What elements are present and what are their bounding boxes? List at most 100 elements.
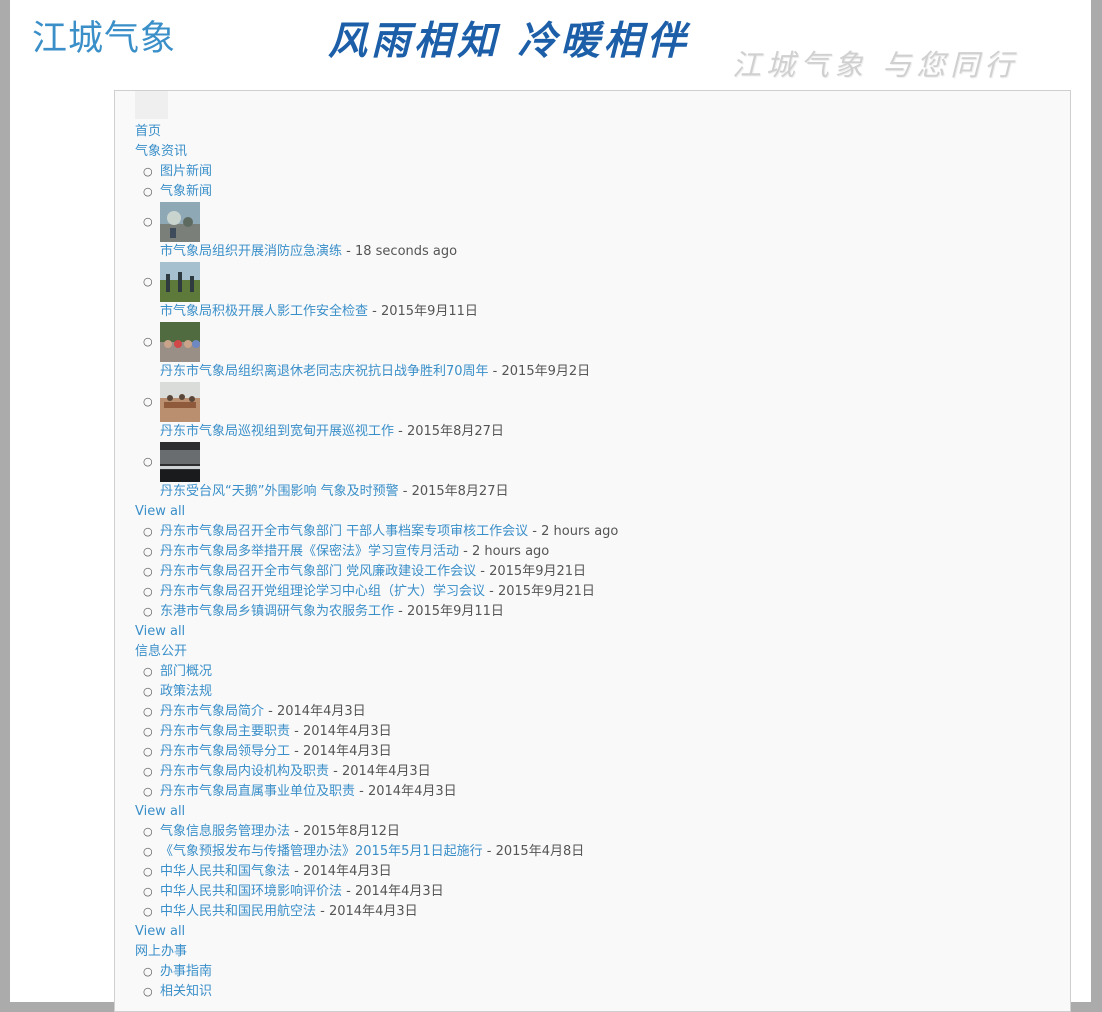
news-list-item: 丹东市气象局多举措开展《保密法》学习宣传月活动 - 2 hours ago [143, 542, 1055, 562]
law-date: 2015年8月12日 [302, 824, 400, 839]
news-thumbnail[interactable] [160, 262, 200, 302]
news-date: 2015年8月27日 [411, 484, 509, 499]
news-date: 2015年9月21日 [489, 564, 587, 579]
news-list-item: 丹东市气象局召开全市气象部门 党风廉政建设工作会议 - 2015年9月21日 [143, 562, 1055, 582]
news-date: 18 seconds ago [354, 244, 458, 259]
law-list: 气象信息服务管理办法 - 2015年8月12日 《气象预报发布与传播管理办法》2… [135, 822, 1055, 922]
info-title-link[interactable]: 丹东市气象局简介 [160, 704, 264, 719]
news-title-link[interactable]: 东港市气象局乡镇调研气象为农服务工作 [160, 604, 394, 619]
news-title-link[interactable]: 市气象局组织开展消防应急演练 [160, 244, 342, 259]
site-name-link[interactable]: 江城气象 [32, 10, 176, 61]
home-link[interactable]: 首页 [135, 124, 161, 139]
info-list-item: 丹东市气象局内设机构及职责 - 2014年4月3日 [143, 762, 1055, 782]
dept-overview-link[interactable]: 部门概况 [160, 664, 212, 679]
main-content: 首页 气象资讯 图片新闻 气象新闻 市气象局组织开展消防应急演练 - 18 se… [114, 90, 1071, 1012]
submenu-item-law: 政策法规 [143, 682, 1055, 702]
news-date: 2015年9月11日 [406, 604, 504, 619]
law-title-link[interactable]: 中华人民共和国环境影响评价法 [160, 884, 342, 899]
info-submenu: 部门概况 政策法规 丹东市气象局简介 - 2014年4月3日 丹东市气象局主要职… [135, 662, 1055, 802]
law-title-link[interactable]: 气象信息服务管理办法 [160, 824, 290, 839]
page: 江城气象 风雨相知 冷暖相伴 江城气象 与您同行 首页 气象资讯 图片新闻 气象… [10, 0, 1091, 1012]
law-list-item: 气象信息服务管理办法 - 2015年8月12日 [143, 822, 1055, 842]
news-title-link[interactable]: 丹东市气象局召开党组理论学习中心组（扩大）学习会议 [160, 584, 485, 599]
menu-item-online: 网上办事 办事指南 相关知识 [135, 942, 1055, 1002]
view-all-link[interactable]: View all [135, 924, 185, 939]
law-list-item: 《气象预报发布与传播管理办法》2015年5月1日起施行 - 2015年4月8日 [143, 842, 1055, 862]
photo-news-item: 丹东市气象局巡视组到宽甸开展巡视工作 - 2015年8月27日 [143, 382, 1055, 442]
news-submenu: 图片新闻 气象新闻 市气象局组织开展消防应急演练 - 18 seconds ag… [135, 162, 1055, 502]
service-guide-link[interactable]: 办事指南 [160, 964, 212, 979]
main-menu: 首页 气象资讯 图片新闻 气象新闻 市气象局组织开展消防应急演练 - 18 se… [135, 122, 1055, 1002]
news-date: 2015年8月27日 [406, 424, 504, 439]
news-list-item: 东港市气象局乡镇调研气象为农服务工作 - 2015年9月11日 [143, 602, 1055, 622]
photo-news-item: 丹东市气象局组织离退休老同志庆祝抗日战争胜利70周年 - 2015年9月2日 [143, 322, 1055, 382]
info-date: 2014年4月3日 [341, 764, 431, 779]
news-title-link[interactable]: 市气象局积极开展人影工作安全检查 [160, 304, 368, 319]
news-thumbnail[interactable] [160, 202, 200, 242]
photo-news-link[interactable]: 图片新闻 [160, 164, 212, 179]
online-service-link[interactable]: 网上办事 [135, 944, 187, 959]
news-date: 2015年9月2日 [501, 364, 591, 379]
law-title-link[interactable]: 中华人民共和国民用航空法 [160, 904, 316, 919]
info-title-link[interactable]: 丹东市气象局内设机构及职责 [160, 764, 329, 779]
law-date: 2014年4月3日 [354, 884, 444, 899]
news-list-item: 丹东市气象局召开党组理论学习中心组（扩大）学习会议 - 2015年9月21日 [143, 582, 1055, 602]
submenu-item-knowledge: 相关知识 [143, 982, 1055, 1002]
news-thumbnail[interactable] [160, 322, 200, 362]
photo-news-item: 市气象局组织开展消防应急演练 - 18 seconds ago [143, 202, 1055, 262]
info-list-item: 丹东市气象局简介 - 2014年4月3日 [143, 702, 1055, 722]
view-all-link[interactable]: View all [135, 624, 185, 639]
news-title-link[interactable]: 丹东市气象局召开全市气象部门 党风廉政建设工作会议 [160, 564, 476, 579]
news-date: 2015年9月21日 [497, 584, 595, 599]
menu-item-news: 气象资讯 图片新闻 气象新闻 市气象局组织开展消防应急演练 - 18 secon… [135, 142, 1055, 642]
law-title-link[interactable]: 《气象预报发布与传播管理办法》2015年5月1日起施行 [160, 844, 483, 859]
news-date: 2015年9月11日 [380, 304, 478, 319]
law-list-item: 中华人民共和国气象法 - 2014年4月3日 [143, 862, 1055, 882]
news-thumbnail[interactable] [160, 382, 200, 422]
news-title-link[interactable]: 丹东受台风“天鹅”外围影响 气象及时预警 [160, 484, 399, 499]
news-thumbnail[interactable] [160, 442, 200, 482]
law-title-link[interactable]: 中华人民共和国气象法 [160, 864, 290, 879]
law-list-item: 中华人民共和国民用航空法 - 2014年4月3日 [143, 902, 1055, 922]
news-list: 丹东市气象局召开全市气象部门 干部人事档案专项审核工作会议 - 2 hours … [135, 522, 1055, 622]
online-submenu: 办事指南 相关知识 [135, 962, 1055, 1002]
law-date: 2015年4月8日 [495, 844, 585, 859]
law-date: 2014年4月3日 [328, 904, 418, 919]
view-all-link[interactable]: View all [135, 504, 185, 519]
news-date: 2 hours ago [471, 544, 550, 559]
info-date: 2014年4月3日 [302, 724, 392, 739]
info-list-item: 丹东市气象局领导分工 - 2014年4月3日 [143, 742, 1055, 762]
view-all-link[interactable]: View all [135, 804, 185, 819]
news-list-item: 丹东市气象局召开全市气象部门 干部人事档案专项审核工作会议 - 2 hours … [143, 522, 1055, 542]
info-link[interactable]: 信息公开 [135, 644, 187, 659]
info-date: 2014年4月3日 [302, 744, 392, 759]
submenu-item-photo-news: 图片新闻 [143, 162, 1055, 182]
law-list-item: 中华人民共和国环境影响评价法 - 2014年4月3日 [143, 882, 1055, 902]
knowledge-link[interactable]: 相关知识 [160, 984, 212, 999]
nav-tab-placeholder [135, 91, 168, 119]
menu-item-home: 首页 [135, 122, 1055, 142]
news-title-link[interactable]: 丹东市气象局召开全市气象部门 干部人事档案专项审核工作会议 [160, 524, 528, 539]
law-date: 2014年4月3日 [302, 864, 392, 879]
info-date: 2014年4月3日 [276, 704, 366, 719]
news-title-link[interactable]: 丹东市气象局多举措开展《保密法》学习宣传月活动 [160, 544, 459, 559]
info-title-link[interactable]: 丹东市气象局主要职责 [160, 724, 290, 739]
slogan-main: 风雨相知 冷暖相伴 [328, 18, 690, 64]
policy-law-link[interactable]: 政策法规 [160, 684, 212, 699]
submenu-item-weather-news: 气象新闻 [143, 182, 1055, 202]
news-link[interactable]: 气象资讯 [135, 144, 187, 159]
submenu-item-dept: 部门概况 [143, 662, 1055, 682]
photo-news-item: 市气象局积极开展人影工作安全检查 - 2015年9月11日 [143, 262, 1055, 322]
news-date: 2 hours ago [541, 524, 619, 539]
weather-news-link[interactable]: 气象新闻 [160, 184, 212, 199]
slogan-sub: 江城气象 与您同行 [732, 48, 1019, 82]
info-title-link[interactable]: 丹东市气象局领导分工 [160, 744, 290, 759]
news-title-link[interactable]: 丹东市气象局组织离退休老同志庆祝抗日战争胜利70周年 [160, 364, 489, 379]
menu-item-info: 信息公开 部门概况 政策法规 丹东市气象局简介 - 2014年4月3日 丹东市气… [135, 642, 1055, 942]
info-list-item: 丹东市气象局主要职责 - 2014年4月3日 [143, 722, 1055, 742]
news-title-link[interactable]: 丹东市气象局巡视组到宽甸开展巡视工作 [160, 424, 394, 439]
info-list-item: 丹东市气象局直属事业单位及职责 - 2014年4月3日 [143, 782, 1055, 802]
photo-news-item: 丹东受台风“天鹅”外围影响 气象及时预警 - 2015年8月27日 [143, 442, 1055, 502]
info-title-link[interactable]: 丹东市气象局直属事业单位及职责 [160, 784, 355, 799]
info-date: 2014年4月3日 [367, 784, 457, 799]
